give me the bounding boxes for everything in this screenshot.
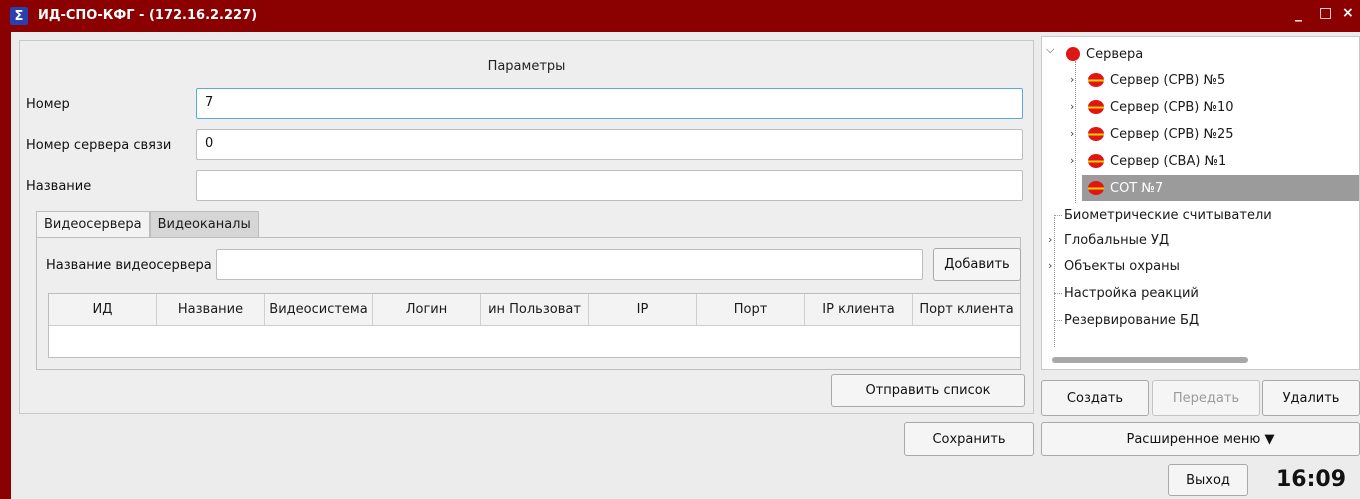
column-header[interactable]: Название	[157, 294, 265, 325]
title-bar: Σ ИД-СПО-КФГ - (172.16.2.227) _ □ ×	[0, 0, 1360, 32]
tree-item-label: Сервер (СВА) №1	[1110, 153, 1227, 169]
column-header[interactable]: Порт	[697, 294, 805, 325]
server-number-input[interactable]: 0	[196, 129, 1023, 160]
maximize-button[interactable]: □	[1319, 5, 1332, 21]
tab-videoservers[interactable]: Видеосервера	[36, 211, 150, 237]
column-header[interactable]: ИД	[49, 294, 157, 325]
column-header[interactable]: Логин	[373, 294, 481, 325]
tree-item-server[interactable]: Сервер (СРВ) №25	[1088, 121, 1234, 147]
add-button[interactable]: Добавить	[933, 248, 1021, 281]
delete-button[interactable]: Удалить	[1262, 380, 1360, 416]
exit-button[interactable]: Выход	[1168, 464, 1248, 496]
status-mixed-icon	[1088, 127, 1104, 141]
videoservers-table: ИД Название Видеосистема Логин ин Пользо…	[48, 293, 1021, 358]
window-title: ИД-СПО-КФГ - (172.16.2.227)	[38, 8, 258, 23]
status-mixed-icon	[1088, 154, 1104, 168]
tree-item-server[interactable]: Сервер (СВА) №1	[1088, 148, 1226, 174]
transfer-button[interactable]: Передать	[1152, 380, 1260, 416]
name-label: Название	[26, 179, 92, 194]
videoserver-name-label: Название видеосервера	[46, 258, 212, 273]
status-mixed-icon	[1088, 100, 1104, 114]
parameters-panel: Параметры Номер 7 Номер сервера связи 0 …	[19, 40, 1034, 414]
tree-item-label: Сервер (СРВ) №5	[1110, 72, 1226, 88]
parameters-title: Параметры	[487, 59, 566, 74]
status-red-icon	[1066, 47, 1080, 61]
tree-guide	[1054, 320, 1062, 321]
expand-icon[interactable]: ›	[1070, 100, 1074, 113]
tree-item-label: Сервер (СРВ) №10	[1110, 99, 1234, 115]
status-mixed-icon	[1088, 73, 1104, 87]
column-header[interactable]: IP клиента	[805, 294, 913, 325]
tree-item-label: СОТ №7	[1110, 180, 1164, 196]
expand-icon[interactable]: ›	[1048, 259, 1052, 272]
save-button[interactable]: Сохранить	[904, 422, 1034, 456]
tree-item-servers[interactable]: Сервера	[1066, 41, 1143, 67]
table-header: ИД Название Видеосистема Логин ин Пользо…	[49, 294, 1020, 326]
extended-menu-button[interactable]: Расширенное меню ▼	[1041, 422, 1360, 456]
tree-item-server[interactable]: Сервер (СРВ) №10	[1088, 94, 1234, 120]
tree-item-label: Сервер (СРВ) №25	[1110, 126, 1234, 142]
tree-item-biometric[interactable]: Биометрические считыватели	[1064, 202, 1272, 228]
tree-item-reactions[interactable]: Настройка реакций	[1064, 280, 1199, 306]
number-input[interactable]: 7	[196, 88, 1023, 119]
object-tree[interactable]: ⌵ Сервера › Сервер (СРВ) №5 › Сервер (СР…	[1041, 36, 1360, 370]
column-header[interactable]: ин Пользоват	[481, 294, 589, 325]
minimize-button[interactable]: _	[1295, 6, 1302, 22]
clock: 16:09	[1275, 467, 1346, 492]
horizontal-scrollbar[interactable]	[1052, 357, 1248, 363]
main-area: Параметры Номер 7 Номер сервера связи 0 …	[11, 32, 1360, 499]
column-header[interactable]: IP	[589, 294, 697, 325]
name-input[interactable]	[196, 170, 1023, 201]
create-button[interactable]: Создать	[1041, 380, 1149, 416]
send-list-button[interactable]: Отправить список	[831, 374, 1025, 407]
tree-item-objects[interactable]: Объекты охраны	[1064, 253, 1180, 279]
videoserver-name-input[interactable]	[216, 249, 923, 280]
tree-guide	[1054, 293, 1062, 294]
tab-bar: Видеосервера Видеоканалы	[36, 211, 259, 237]
number-label: Номер	[26, 97, 70, 112]
tab-videochannels[interactable]: Видеоканалы	[149, 211, 259, 237]
app-icon: Σ	[10, 7, 28, 25]
column-header[interactable]: Видеосистема	[265, 294, 373, 325]
expand-icon[interactable]: ›	[1070, 127, 1074, 140]
tree-guide	[1054, 217, 1055, 347]
tree-guide	[1054, 215, 1062, 216]
tree-item-server[interactable]: Сервер (СРВ) №5	[1088, 67, 1225, 93]
tree-guide	[1075, 61, 1076, 203]
column-header[interactable]: Порт клиента	[913, 294, 1020, 325]
server-number-label: Номер сервера связи	[26, 138, 172, 153]
status-mixed-icon	[1088, 181, 1104, 195]
expand-icon[interactable]: ›	[1070, 154, 1074, 167]
close-button[interactable]: ×	[1342, 5, 1354, 21]
tree-item-cot-selected[interactable]: СОТ №7	[1082, 175, 1359, 201]
expand-icon[interactable]: ›	[1070, 73, 1074, 86]
videoservers-tab-content: Название видеосервера Добавить ИД Назван…	[36, 237, 1021, 370]
collapse-icon[interactable]: ⌵	[1046, 43, 1054, 57]
tree-item-label: Сервера	[1086, 46, 1144, 62]
tree-item-db-backup[interactable]: Резервирование БД	[1064, 307, 1199, 333]
expand-icon[interactable]: ›	[1048, 233, 1052, 246]
tree-item-global-ud[interactable]: Глобальные УД	[1064, 227, 1169, 253]
